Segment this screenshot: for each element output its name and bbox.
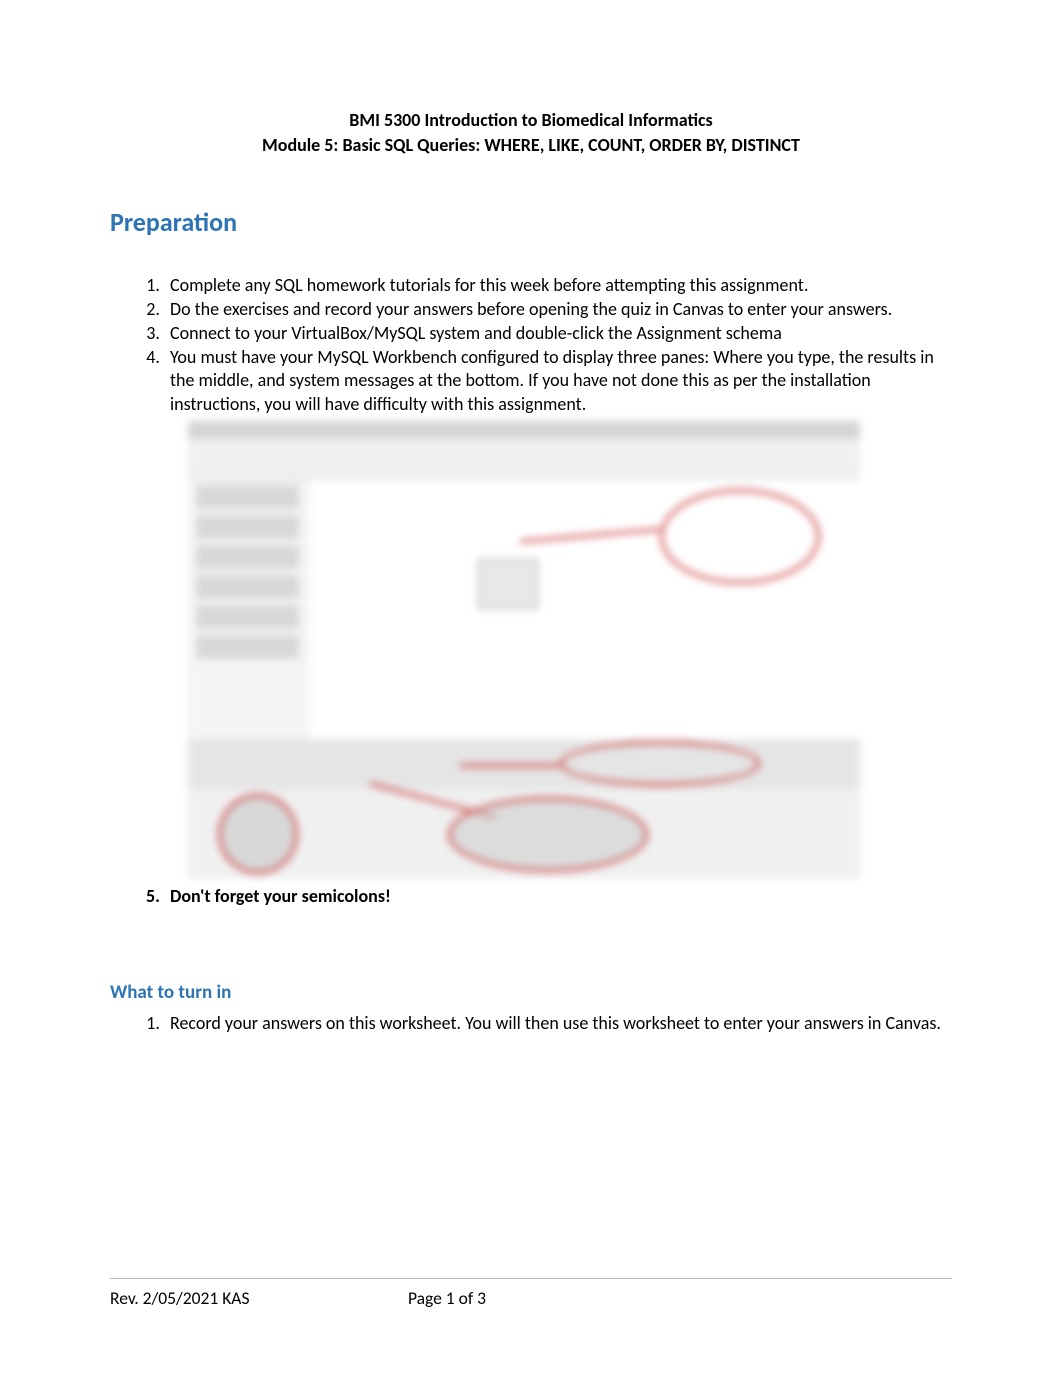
mysql-workbench-screenshot: [188, 421, 860, 879]
preparation-list: Complete any SQL homework tutorials for …: [110, 274, 952, 417]
turnin-item-1: Record your answers on this worksheet. Y…: [164, 1012, 952, 1036]
preparation-list-cont: Don't forget your semicolons!: [110, 885, 952, 909]
module-title: Module 5: Basic SQL Queries: WHERE, LIKE…: [110, 133, 952, 158]
preparation-heading: Preparation: [110, 206, 952, 238]
page-footer: Rev. 2/05/2021 KAS Page 1 of 3: [110, 1278, 952, 1309]
footer-page-number: Page 1 of 3: [408, 1287, 486, 1309]
prep-item-3: Connect to your VirtualBox/MySQL system …: [164, 322, 952, 346]
what-to-turn-in-heading: What to turn in: [110, 981, 952, 1004]
document-header: BMI 5300 Introduction to Biomedical Info…: [110, 108, 952, 158]
prep-item-1: Complete any SQL homework tutorials for …: [164, 274, 952, 298]
turnin-list: Record your answers on this worksheet. Y…: [110, 1012, 952, 1036]
prep-item-2: Do the exercises and record your answers…: [164, 298, 952, 322]
footer-revision: Rev. 2/05/2021 KAS: [110, 1287, 408, 1309]
course-title: BMI 5300 Introduction to Biomedical Info…: [110, 108, 952, 133]
prep-item-4: You must have your MySQL Workbench confi…: [164, 346, 952, 417]
prep-item-5: Don't forget your semicolons!: [164, 885, 952, 909]
